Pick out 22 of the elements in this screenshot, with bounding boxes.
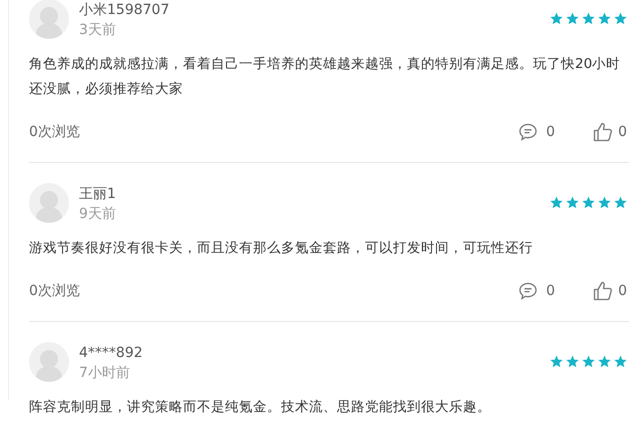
user-name: 4****892 <box>79 344 143 363</box>
review-text: 角色养成的成就感拉满，看着自己一手培养的英雄越来越强，真的特别有满足感。玩了快20小时还没腻，必须推荐给大家 <box>29 55 622 99</box>
review-text: 游戏节奏很好没有很卡关，而且没有那么多氪金套路，可以打发时间，可玩性还行 <box>29 239 534 258</box>
post-time: 3天前 <box>79 21 117 40</box>
view-count: 0次浏览 <box>29 282 80 300</box>
avatar-icon <box>29 0 69 39</box>
user-name: 王丽1 <box>79 185 116 204</box>
like-count: 0 <box>618 124 627 140</box>
review-text: 阵容克制明显，讲究策略而不是纯氪金。技术流、思路党能找到很大乐趣。 <box>29 398 492 417</box>
avatar-icon <box>29 183 69 223</box>
comment-icon[interactable] <box>518 281 538 301</box>
comment-count: 0 <box>546 283 555 299</box>
thumbs-up-icon[interactable] <box>593 281 614 301</box>
post-time: 7小时前 <box>79 364 131 383</box>
comment-icon[interactable] <box>518 122 538 142</box>
comment-count: 0 <box>546 124 555 140</box>
view-count: 0次浏览 <box>29 123 80 141</box>
post-time: 9天前 <box>79 205 116 224</box>
avatar-icon <box>29 342 69 382</box>
thumbs-up-icon[interactable] <box>593 122 614 142</box>
like-count: 0 <box>618 283 627 299</box>
user-name: 小米1598707 <box>79 1 170 20</box>
